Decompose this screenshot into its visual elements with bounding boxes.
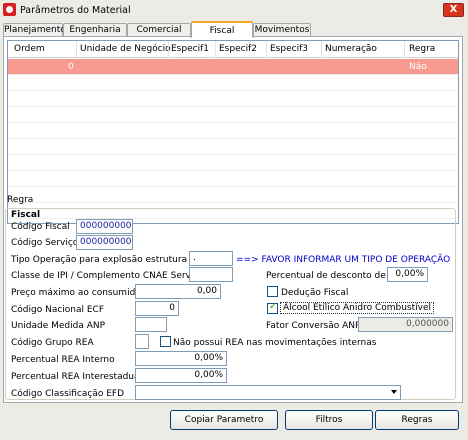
deducao-fiscal-label[interactable]: Dedução Fiscal (281, 288, 348, 298)
empty-row (8, 155, 458, 171)
regra-group-label: Regra (7, 195, 34, 205)
codigo-fiscal-label: Código Fiscal (11, 222, 70, 232)
close-button[interactable]: X (443, 3, 464, 17)
tipo-operacao-input[interactable]: . (189, 251, 233, 266)
nao-rea-checkbox[interactable] (160, 336, 171, 347)
alcool-checkbox[interactable] (267, 301, 278, 314)
alcool-label[interactable]: Álcool Etílico Anidro Combustível (280, 302, 435, 314)
preco-maximo-input[interactable]: 0,00 (135, 284, 221, 299)
material-parameters-window: Parâmetros do Material X Planejamento En… (0, 0, 468, 440)
chevron-down-icon (391, 390, 397, 394)
codigo-fiscal-input[interactable]: 0000000000 (76, 219, 133, 234)
perc-rea-interestadual-input[interactable]: 0,00% (135, 368, 227, 383)
perc-rea-interno-label: Percentual REA Interno (11, 355, 115, 365)
preco-maximo-label: Preço máximo ao consumidor (11, 288, 145, 298)
regras-button[interactable]: Regras (375, 410, 459, 430)
tab-movimentos[interactable]: Movimentos (253, 23, 311, 37)
empty-row (8, 139, 458, 155)
empty-row (8, 123, 458, 139)
percentual-st-label: Percentual de desconto de ST (266, 271, 400, 281)
column-header-regra[interactable]: Regra (409, 44, 435, 54)
column-header-especif2[interactable]: Especif2 (219, 44, 257, 54)
cell-regra: Não (409, 62, 427, 72)
codigo-ecf-label: Código Nacional ECF (11, 305, 105, 315)
unidade-anp-label: Unidade Medida ANP (11, 321, 106, 331)
rules-grid[interactable]: Ordem Unidade de Negócio Especif1 Especi… (7, 40, 459, 224)
tipo-operacao-warning: ==> FAVOR INFORMAR UM TIPO DE OPERAÇÃO (236, 255, 451, 265)
grupo-rea-label: Código Grupo REA (11, 338, 94, 348)
classificacao-efd-select[interactable] (135, 385, 401, 400)
empty-row (8, 187, 458, 203)
column-header-unidade[interactable]: Unidade de Negócio (80, 44, 171, 54)
app-icon (3, 3, 16, 16)
copiar-parametro-button[interactable]: Copiar Parametro (170, 410, 278, 430)
deducao-fiscal-checkbox[interactable] (267, 286, 278, 297)
column-header-numeracao[interactable]: Numeração (325, 44, 377, 54)
nao-rea-label[interactable]: Não possui REA nas movimentações interna… (173, 338, 376, 348)
cell-ordem: 0 (68, 62, 74, 72)
tab-planejamento[interactable]: Planejamento (3, 23, 66, 37)
fator-anp-label: Fator Conversão ANP (266, 321, 361, 331)
grupo-rea-input[interactable] (135, 334, 149, 349)
column-header-especif3[interactable]: Especif3 (270, 44, 308, 54)
filtros-button[interactable]: Filtros (285, 410, 373, 430)
grid-header: Ordem Unidade de Negócio Especif1 Especi… (8, 41, 458, 58)
codigo-ecf-input[interactable]: 0 (135, 301, 179, 316)
tab-fiscal[interactable]: Fiscal (191, 21, 253, 38)
percentual-st-input[interactable]: 0,00% (387, 267, 428, 282)
fiscal-section-label: Fiscal (11, 210, 41, 220)
empty-row (8, 171, 458, 187)
tab-engenharia[interactable]: Engenharia (63, 23, 127, 37)
unidade-anp-input[interactable] (135, 317, 167, 332)
classificacao-efd-label: Código Classificação EFD (11, 389, 125, 399)
empty-row (8, 107, 458, 123)
empty-row (8, 75, 458, 91)
codigo-servico-input[interactable]: 00000000000 (76, 235, 133, 250)
title-bar: Parâmetros do Material X (0, 0, 468, 20)
tipo-operacao-label: Tipo Operação para explosão estrutura co… (11, 255, 213, 265)
classe-ipi-input[interactable] (189, 267, 233, 282)
classe-ipi-label: Classe de IPI / Complemento CNAE Serviço (11, 271, 204, 281)
window-title: Parâmetros do Material (20, 5, 131, 16)
codigo-servico-label: Código Serviço (11, 238, 79, 248)
empty-row (8, 91, 458, 107)
table-row[interactable]: 0 Não (8, 59, 458, 75)
tab-comercial[interactable]: Comercial (127, 23, 191, 37)
column-header-especif1[interactable]: Especif1 (171, 44, 209, 54)
column-header-ordem[interactable]: Ordem (14, 44, 45, 54)
perc-rea-interno-input[interactable]: 0,00% (135, 351, 227, 366)
perc-rea-interestadual-label: Percentual REA Interestadual (11, 372, 143, 382)
fator-anp-input: 0,000000 (358, 317, 453, 332)
